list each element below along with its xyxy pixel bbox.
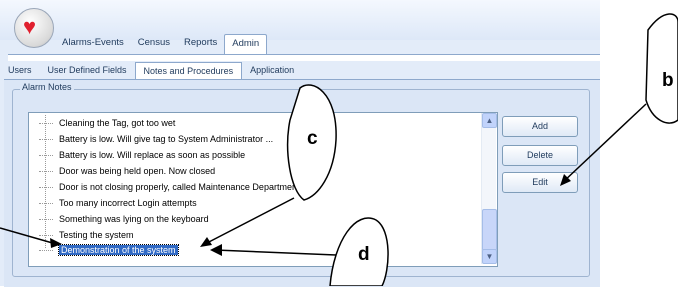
arrow-line-b	[561, 103, 647, 184]
callout-overlay	[0, 13, 678, 286]
arrow-line-a	[0, 227, 57, 245]
arrowhead-d	[210, 244, 222, 256]
callout-bubble-b	[645, 13, 678, 124]
arrow-line-d	[214, 249, 337, 256]
callout-letter-c: c	[307, 128, 318, 149]
arrow-line-c	[204, 197, 295, 245]
callout-letter-d: d	[358, 244, 370, 265]
callout-letter-b: b	[662, 70, 674, 91]
arrowhead-a	[50, 238, 62, 248]
